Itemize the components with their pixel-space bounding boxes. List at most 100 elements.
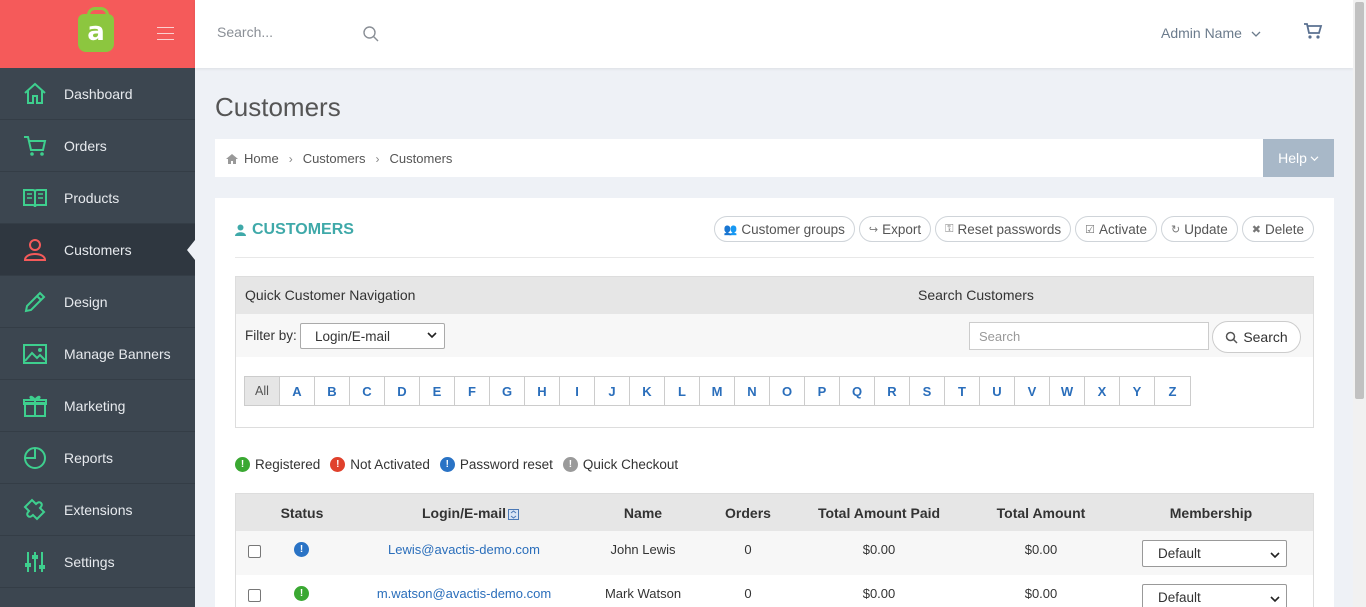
column-header-login-e-mail[interactable]: Login/E-mail: [364, 505, 564, 521]
letter-filter-d[interactable]: D: [385, 377, 420, 405]
users-icon: 👥: [723, 223, 738, 236]
letter-filter-h[interactable]: H: [525, 377, 560, 405]
topbar: Admin Name: [195, 0, 1353, 68]
letter-filter-all[interactable]: All: [245, 377, 280, 405]
column-header-status[interactable]: Status: [257, 505, 347, 521]
letter-filter-q[interactable]: Q: [840, 377, 875, 405]
quick-navigation: Quick Customer Navigation Search Custome…: [235, 276, 1314, 428]
membership-select[interactable]: Default: [1142, 584, 1287, 607]
column-header-orders[interactable]: Orders: [708, 505, 788, 521]
image-icon: [22, 341, 48, 367]
scrollbar-thumb[interactable]: [1355, 2, 1364, 399]
letter-filter-b[interactable]: B: [315, 377, 350, 405]
pencil-icon: [22, 289, 48, 315]
letter-filter-z[interactable]: Z: [1155, 377, 1190, 405]
filter-select[interactable]: Login/E-mail: [300, 323, 445, 349]
total-amount: $0.00: [1024, 586, 1058, 601]
letter-filter-o[interactable]: O: [770, 377, 805, 405]
status-registered-icon: !: [235, 457, 250, 472]
menu-toggle-icon[interactable]: [157, 27, 174, 40]
letter-filter-v[interactable]: V: [1015, 377, 1050, 405]
membership-select[interactable]: Default: [1142, 540, 1287, 567]
letter-filter-e[interactable]: E: [420, 377, 455, 405]
sidebar-item-customers[interactable]: Customers: [0, 224, 195, 276]
email-link[interactable]: m.watson@avactis-demo.com: [364, 586, 564, 601]
column-header-total-amount-paid[interactable]: Total Amount Paid: [784, 505, 974, 521]
quick-nav-title: Quick Customer Navigation: [245, 287, 416, 303]
column-header-total-amount[interactable]: Total Amount: [966, 505, 1116, 521]
membership-value: Default: [1158, 590, 1201, 605]
sidebar-item-marketing[interactable]: Marketing: [0, 380, 195, 432]
sidebar-item-manage-banners[interactable]: Manage Banners: [0, 328, 195, 380]
letter-filter-y[interactable]: Y: [1120, 377, 1155, 405]
sort-icon[interactable]: [508, 507, 519, 523]
sidebar-item-reports[interactable]: Reports: [0, 432, 195, 484]
sidebar-item-label: Marketing: [64, 397, 126, 414]
letter-filter-x[interactable]: X: [1085, 377, 1120, 405]
export-button[interactable]: ↪ Export: [858, 216, 932, 242]
letter-filter-p[interactable]: P: [805, 377, 840, 405]
update-button[interactable]: ↻ Update: [1160, 216, 1238, 242]
cart-icon[interactable]: [1303, 22, 1323, 40]
sidebar-item-dashboard[interactable]: Dashboard: [0, 68, 195, 120]
sidebar-item-orders[interactable]: Orders: [0, 120, 195, 172]
sidebar-item-design[interactable]: Design: [0, 276, 195, 328]
email-link[interactable]: Lewis@avactis-demo.com: [364, 542, 564, 557]
sidebar-nav: Dashboard Orders Products Customers Design Ma…: [0, 68, 195, 588]
row-checkbox[interactable]: [248, 589, 261, 602]
breadcrumb-home[interactable]: Home: [244, 151, 279, 166]
letter-filter-w[interactable]: W: [1050, 377, 1085, 405]
sidebar-item-label: Orders: [64, 137, 107, 154]
letter-filter-t[interactable]: T: [945, 377, 980, 405]
customer-search-button[interactable]: Search: [1212, 321, 1301, 353]
letter-filter-g[interactable]: G: [490, 377, 525, 405]
sidebar-item-settings[interactable]: Settings: [0, 536, 195, 588]
letter-filter-n[interactable]: N: [735, 377, 770, 405]
total-amount: $0.00: [1024, 542, 1058, 557]
breadcrumb-customers[interactable]: Customers: [303, 151, 366, 166]
breadcrumb: Home › Customers › Customers: [225, 151, 452, 166]
table-row: ! m.watson@avactis-demo.com Mark Watson 0 $0…: [236, 575, 1313, 607]
sidebar-item-label: Design: [64, 293, 108, 310]
sidebar-item-products[interactable]: Products: [0, 172, 195, 224]
home-icon: [226, 153, 238, 164]
customer-search-label: Search: [1243, 329, 1288, 345]
delete-button[interactable]: ✖ Delete: [1241, 216, 1314, 242]
customer-search-input[interactable]: [969, 322, 1209, 350]
letter-filter-k[interactable]: K: [630, 377, 665, 405]
search-icon[interactable]: [362, 25, 380, 43]
help-button[interactable]: Help: [1263, 139, 1334, 177]
legend-label: Registered: [255, 457, 321, 472]
letter-filter-i[interactable]: I: [560, 377, 595, 405]
activate-button[interactable]: ☑ Activate: [1075, 216, 1157, 242]
table-body: ! Lewis@avactis-demo.com John Lewis 0 $0.00 $…: [236, 531, 1313, 607]
scrollbar[interactable]: [1353, 0, 1366, 607]
letter-filter-l[interactable]: L: [665, 377, 700, 405]
letter-filter-s[interactable]: S: [910, 377, 945, 405]
column-header-name[interactable]: Name: [568, 505, 718, 521]
letter-filter-a[interactable]: A: [280, 377, 315, 405]
logo[interactable]: a: [78, 7, 114, 52]
admin-menu[interactable]: Admin Name: [1161, 25, 1261, 41]
search-icon: [1226, 331, 1238, 344]
customer-name: Mark Watson: [604, 586, 682, 601]
letter-filter-c[interactable]: C: [350, 377, 385, 405]
letter-filter-j[interactable]: J: [595, 377, 630, 405]
reset-passwords-button[interactable]: ⚿ Reset passwords: [935, 216, 1072, 242]
customer-groups-button[interactable]: 👥 Customer groups: [713, 216, 855, 242]
letter-filter-m[interactable]: M: [700, 377, 735, 405]
sidebar-item-label: Products: [64, 189, 120, 206]
letter-filter-f[interactable]: F: [455, 377, 490, 405]
sidebar-item-label: Manage Banners: [64, 345, 171, 362]
sidebar-item-label: Customers: [64, 241, 132, 258]
sidebar-item-extensions[interactable]: Extensions: [0, 484, 195, 536]
orders-count: 0: [744, 542, 752, 557]
letter-filter-r[interactable]: R: [875, 377, 910, 405]
row-checkbox[interactable]: [248, 545, 261, 558]
help-label: Help: [1278, 150, 1307, 166]
top-search-input[interactable]: [217, 24, 357, 40]
letter-filter-u[interactable]: U: [980, 377, 1015, 405]
total-paid: $0.00: [862, 542, 896, 557]
column-header-membership[interactable]: Membership: [1111, 505, 1311, 521]
puzzle-icon: [22, 497, 48, 523]
